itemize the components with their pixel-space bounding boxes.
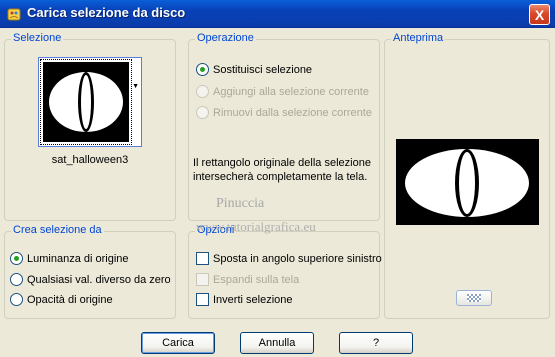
app-icon — [7, 8, 21, 21]
radio-replace-selection[interactable]: Sostituisci selezione — [196, 63, 312, 76]
radio-button[interactable] — [196, 106, 209, 119]
checkbox-label: Espandi sulla tela — [213, 273, 300, 286]
radio-label: Qualsiasi val. diverso da zero — [27, 273, 171, 286]
selection-thumbnail-picker[interactable]: ▼ — [38, 57, 142, 147]
thumbnail-image — [43, 62, 129, 142]
operation-info-text: Il rettangolo originale della selezione … — [193, 157, 371, 183]
radio-button[interactable] — [10, 293, 23, 306]
radio-button[interactable] — [10, 252, 23, 265]
preview-group: Anteprima — [384, 32, 550, 319]
checkbox[interactable] — [196, 293, 209, 306]
check-move-top-left[interactable]: Sposta in angolo superiore sinistro — [196, 252, 382, 265]
radio-button[interactable] — [196, 85, 209, 98]
cancel-button[interactable]: Annulla — [240, 332, 314, 354]
checkbox-label: Sposta in angolo superiore sinistro — [213, 252, 382, 265]
thumbnail-name: sat_halloween3 — [51, 154, 129, 166]
operation-group: Operazione Sostituisci selezione Aggiung… — [188, 32, 380, 221]
radio-remove-from-selection[interactable]: Rimuovi dalla selezione corrente — [196, 106, 372, 119]
title-bar: Carica selezione da disco X — [0, 0, 555, 28]
radio-source-opacity[interactable]: Opacità di origine — [10, 293, 113, 306]
radio-label: Opacità di origine — [27, 293, 113, 306]
options-group: Opzioni Sposta in angolo superiore sinis… — [188, 224, 382, 319]
radio-source-luminance[interactable]: Luminanza di origine — [10, 252, 129, 265]
checkbox-label: Inverti selezione — [213, 293, 293, 306]
window-title: Carica selezione da disco — [27, 5, 186, 20]
checkbox[interactable] — [196, 252, 209, 265]
radio-any-nonzero[interactable]: Qualsiasi val. diverso da zero — [10, 273, 171, 286]
radio-label: Luminanza di origine — [27, 252, 129, 265]
selection-legend: Selezione — [11, 32, 64, 44]
checkerboard-icon — [467, 294, 481, 302]
thumbnail-frame — [40, 59, 132, 145]
check-invert-selection[interactable]: Inverti selezione — [196, 293, 293, 306]
watermark-line2: www.tutorialgrafica.eu — [196, 219, 316, 234]
create-selection-group: Crea selezione da Luminanza di origine Q… — [4, 224, 176, 319]
create-selection-legend: Crea selezione da — [11, 224, 104, 236]
radio-button[interactable] — [10, 273, 23, 286]
watermark-line1: Pinuccia — [216, 196, 265, 211]
close-button[interactable]: X — [529, 4, 550, 25]
preview-image — [396, 139, 539, 225]
check-expand-canvas[interactable]: Espandi sulla tela — [196, 273, 299, 286]
checkbox[interactable] — [196, 273, 209, 286]
radio-label: Aggiungi alla selezione corrente — [213, 85, 369, 98]
preview-legend: Anteprima — [391, 32, 446, 44]
radio-add-to-selection[interactable]: Aggiungi alla selezione corrente — [196, 85, 369, 98]
radio-button[interactable] — [196, 63, 209, 76]
selection-group: Selezione ▼ sat_halloween3 — [4, 32, 176, 221]
load-button[interactable]: Carica — [141, 332, 215, 354]
radio-label: Sostituisci selezione — [213, 63, 313, 76]
operation-legend: Operazione — [195, 32, 256, 44]
help-button[interactable]: ? — [339, 332, 413, 354]
preview-zoom-button[interactable] — [456, 290, 492, 306]
dropdown-arrow-icon[interactable]: ▼ — [132, 83, 139, 90]
radio-label: Rimuovi dalla selezione corrente — [213, 106, 372, 119]
